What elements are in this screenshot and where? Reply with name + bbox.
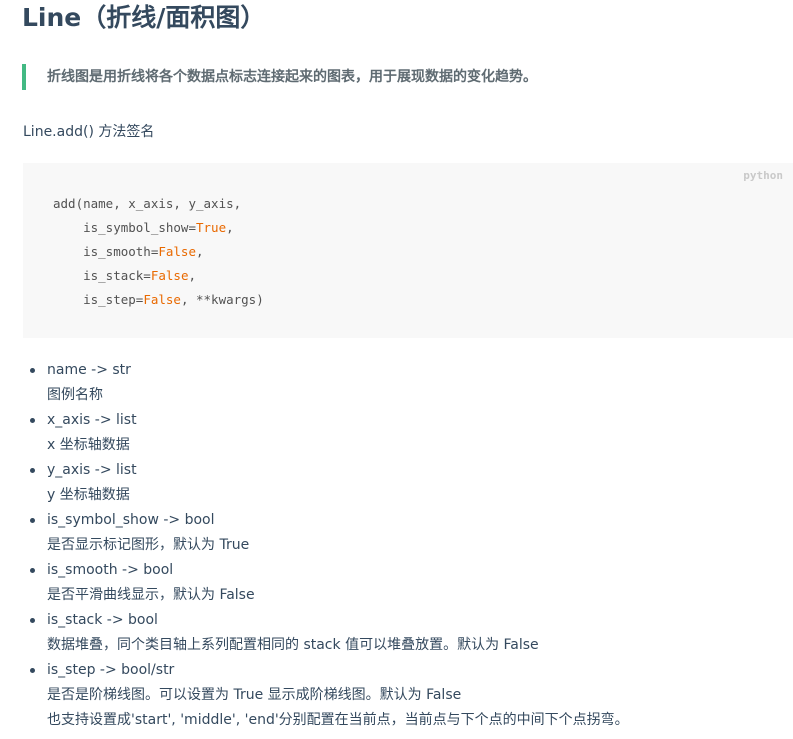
param-signature: is_symbol_show -> bool <box>47 512 215 528</box>
param-signature: y_axis -> list <box>47 462 137 478</box>
code-text: is_stack= <box>53 268 151 283</box>
code-text: is_symbol_show= <box>53 220 196 235</box>
param-description: 数据堆叠，同个类目轴上系列配置相同的 stack 值可以堆叠放置。默认为 Fal… <box>47 637 539 653</box>
code-line: is_smooth=False, <box>53 240 264 264</box>
code-keyword: False <box>143 292 181 307</box>
bullet-icon <box>30 418 35 423</box>
param-description: y 坐标轴数据 <box>47 487 130 503</box>
code-text: , <box>196 244 204 259</box>
code-text: is_smooth= <box>53 244 159 259</box>
bullet-icon <box>30 518 35 523</box>
code-text: is_step= <box>53 292 144 307</box>
param-description: 也支持设置成'start', 'middle', 'end'分别配置在当前点，当… <box>47 712 629 728</box>
param-description: 是否是阶梯线图。可以设置为 True 显示成阶梯线图。默认为 False <box>47 687 462 703</box>
code-keyword: False <box>158 244 196 259</box>
code-text: add(name, x_axis, y_axis, <box>53 196 242 211</box>
page-title: Line（折线/面积图） <box>22 3 266 32</box>
bullet-icon <box>30 618 35 623</box>
parameter-list: name -> str 图例名称 x_axis -> list x 坐标轴数据 … <box>23 358 629 733</box>
param-description: 是否平滑曲线显示，默认为 False <box>47 587 255 603</box>
bullet-icon <box>30 568 35 573</box>
param-signature: name -> str <box>47 362 131 378</box>
param-item-x-axis: x_axis -> list x 坐标轴数据 <box>23 408 629 458</box>
code-keyword: False <box>150 268 189 283</box>
code-line: is_stack=False, <box>53 264 264 288</box>
bullet-icon <box>30 468 35 473</box>
param-description: x 坐标轴数据 <box>47 437 130 453</box>
param-signature: is_smooth -> bool <box>47 562 174 578</box>
param-item-is-step: is_step -> bool/str 是否是阶梯线图。可以设置为 True 显… <box>23 658 629 733</box>
code-line: is_step=False, **kwargs) <box>53 288 264 312</box>
param-signature: x_axis -> list <box>47 412 137 428</box>
param-item-y-axis: y_axis -> list y 坐标轴数据 <box>23 458 629 508</box>
code-text: , **kwargs) <box>180 292 264 307</box>
method-signature-intro: Line.add() 方法签名 <box>23 124 155 140</box>
param-description: 图例名称 <box>47 387 103 403</box>
bullet-icon <box>30 368 35 373</box>
param-signature: is_stack -> bool <box>47 612 158 628</box>
blockquote-text: 折线图是用折线将各个数据点标志连接起来的图表，用于展现数据的变化趋势。 <box>47 69 537 85</box>
code-language-label: python <box>743 169 783 182</box>
param-item-is-symbol-show: is_symbol_show -> bool 是否显示标记图形，默认为 True <box>23 508 629 558</box>
code-text: , <box>188 268 197 283</box>
code-line: is_symbol_show=True, <box>53 216 264 240</box>
param-item-is-stack: is_stack -> bool 数据堆叠，同个类目轴上系列配置相同的 stac… <box>23 608 629 658</box>
bullet-icon <box>30 668 35 673</box>
param-description: 是否显示标记图形，默认为 True <box>47 537 250 553</box>
param-signature: is_step -> bool/str <box>47 662 175 678</box>
description-blockquote: 折线图是用折线将各个数据点标志连接起来的图表，用于展现数据的变化趋势。 <box>22 64 782 90</box>
code-text: , <box>226 220 234 235</box>
code-line: add(name, x_axis, y_axis, <box>53 192 264 216</box>
code-keyword: True <box>196 220 227 235</box>
param-item-is-smooth: is_smooth -> bool 是否平滑曲线显示，默认为 False <box>23 558 629 608</box>
code-lines: add(name, x_axis, y_axis, is_symbol_show… <box>53 192 264 312</box>
param-item-name: name -> str 图例名称 <box>23 358 629 408</box>
code-block: python add(name, x_axis, y_axis, is_symb… <box>23 163 793 338</box>
